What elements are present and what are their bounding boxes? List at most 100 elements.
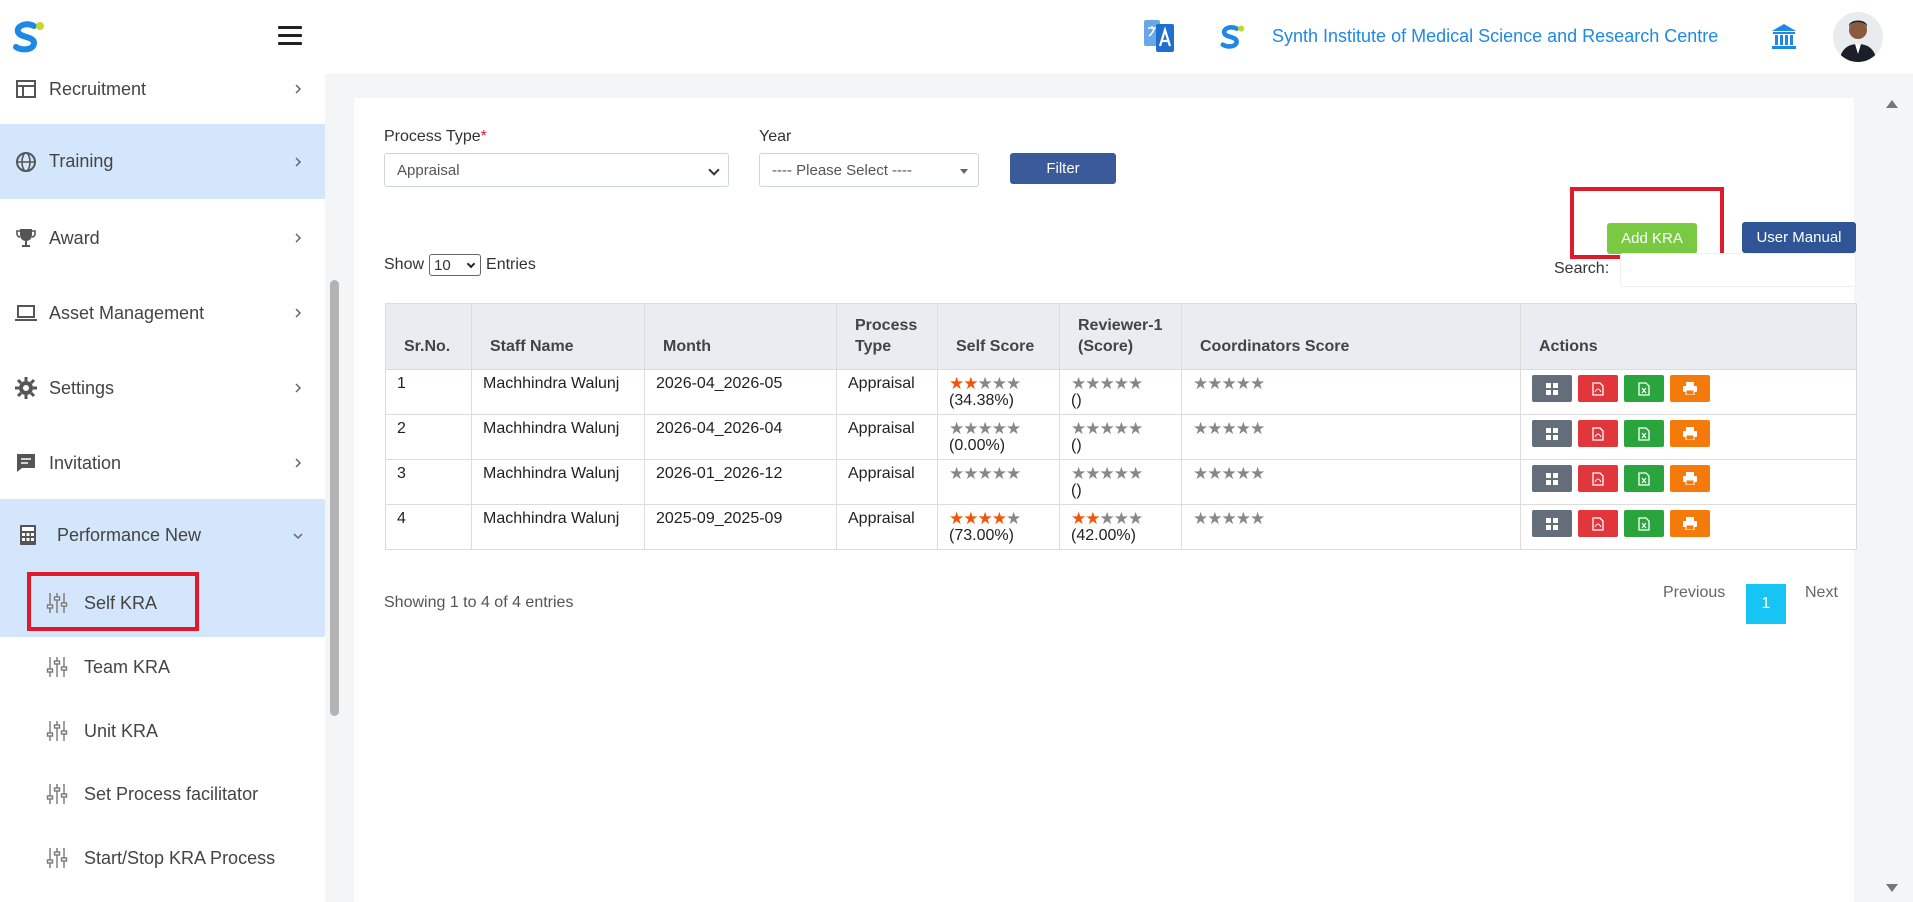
reviewer-score-stars: ★★★★★ xyxy=(1071,419,1143,438)
print-icon xyxy=(1683,427,1697,440)
sidebar-item-invitation[interactable]: Invitation xyxy=(0,428,325,498)
col-header-reviewer-score[interactable]: Reviewer-1 (Score) xyxy=(1059,303,1182,370)
scroll-up-arrow-icon[interactable] xyxy=(1886,100,1898,108)
institute-logo-icon xyxy=(1220,25,1245,49)
menu-toggle-icon[interactable] xyxy=(278,26,302,46)
excel-export-button[interactable] xyxy=(1624,510,1664,537)
col-header-actions: Actions xyxy=(1520,303,1857,370)
sidebar-item-label: Recruitment xyxy=(49,78,147,99)
print-button[interactable] xyxy=(1670,420,1710,447)
entries-select[interactable]: 10 xyxy=(429,254,482,276)
excel-export-button[interactable] xyxy=(1624,465,1664,492)
user-avatar-icon xyxy=(1839,20,1877,62)
col-header-sr-no[interactable]: Sr.No. xyxy=(385,303,472,370)
cell-staff-name: Machhindra Walunj xyxy=(471,504,645,550)
view-button[interactable] xyxy=(1532,465,1572,492)
sidebar-scrollbar[interactable] xyxy=(330,280,339,716)
chevron-right-icon xyxy=(295,233,302,243)
print-button[interactable] xyxy=(1670,465,1710,492)
col-header-coordinators-score[interactable]: Coordinators Score xyxy=(1181,303,1521,370)
cell-reviewer-score: ★★★★★() xyxy=(1059,414,1182,460)
cell-self-score: ★★★★★ xyxy=(937,459,1060,505)
reviewer-score-percent: () xyxy=(1071,482,1082,499)
scroll-down-arrow-icon[interactable] xyxy=(1886,884,1898,892)
kra-table: Sr.No. Staff Name Month Process Type Sel… xyxy=(385,303,1857,550)
print-button[interactable] xyxy=(1670,510,1710,537)
sidebar-item-recruitment[interactable]: Recruitment xyxy=(0,74,325,124)
cell-reviewer-score: ★★★★★() xyxy=(1059,459,1182,505)
pagination-page-1[interactable]: 1 xyxy=(1746,584,1786,624)
grid-icon xyxy=(1546,382,1558,395)
coordinators-score-stars: ★★★★★ xyxy=(1193,509,1265,528)
chevron-right-icon xyxy=(295,156,302,167)
submenu-self-kra[interactable]: Self KRA xyxy=(0,573,325,633)
col-header-staff-name[interactable]: Staff Name xyxy=(471,303,645,370)
self-score-stars: ★★★★★ xyxy=(949,509,1021,528)
process-type-label: Process Type* xyxy=(384,128,487,145)
chevron-right-icon xyxy=(295,383,302,393)
sidebar-item-training[interactable]: Training xyxy=(0,124,325,199)
search-input[interactable] xyxy=(1620,253,1856,287)
pagination-previous[interactable]: Previous xyxy=(1663,584,1725,602)
cell-self-score: ★★★★★ (34.38%) xyxy=(937,369,1060,415)
col-header-process-type[interactable]: Process Type xyxy=(836,303,938,370)
submenu-label: Set Process facilitator xyxy=(84,783,259,804)
translate-icon[interactable] xyxy=(1142,16,1176,54)
print-icon xyxy=(1683,517,1697,530)
cell-process-type: Appraisal xyxy=(836,369,938,415)
cell-month: 2025-09_2025-09 xyxy=(644,504,837,550)
user-avatar[interactable] xyxy=(1833,12,1883,62)
col-header-month[interactable]: Month xyxy=(644,303,837,370)
submenu-team-kra[interactable]: Team KRA xyxy=(0,637,325,697)
grid-icon xyxy=(1546,517,1558,530)
institution-building-icon[interactable] xyxy=(1770,22,1798,50)
calculator-icon xyxy=(20,525,36,545)
sliders-icon xyxy=(46,784,68,804)
year-value: ---- Please Select ---- xyxy=(772,161,913,179)
institute-name: Synth Institute of Medical Science and R… xyxy=(1272,26,1719,46)
sidebar-item-label: Asset Management xyxy=(49,302,205,323)
print-button[interactable] xyxy=(1670,375,1710,402)
cell-sr-no: 3 xyxy=(385,459,472,505)
view-button[interactable] xyxy=(1532,510,1572,537)
pdf-export-button[interactable] xyxy=(1578,375,1618,402)
pagination-next[interactable]: Next xyxy=(1805,584,1838,602)
cell-month: 2026-04_2026-04 xyxy=(644,414,837,460)
sidebar-item-label: Performance New xyxy=(57,525,202,545)
col-header-self-score[interactable]: Self Score xyxy=(937,303,1060,370)
excel-export-button[interactable] xyxy=(1624,375,1664,402)
show-label: Show xyxy=(384,256,425,273)
cell-self-score: ★★★★★ (73.00%) xyxy=(937,504,1060,550)
filter-button[interactable]: Filter xyxy=(1010,153,1116,184)
excel-export-button[interactable] xyxy=(1624,420,1664,447)
laptop-icon xyxy=(15,305,37,321)
pdf-export-button[interactable] xyxy=(1578,465,1618,492)
sidebar-item-asset-management[interactable]: Asset Management xyxy=(0,278,325,348)
view-button[interactable] xyxy=(1532,420,1572,447)
sidebar-item-award[interactable]: Award xyxy=(0,203,325,273)
app-logo-icon[interactable] xyxy=(10,20,46,54)
app-root: Synth Institute of Medical Science and R… xyxy=(0,0,1913,902)
cell-sr-no: 1 xyxy=(385,369,472,415)
self-score-percent: (34.38%) xyxy=(949,392,1014,409)
cell-month: 2026-04_2026-05 xyxy=(644,369,837,415)
self-score-stars: ★★★★★ xyxy=(949,374,1021,393)
submenu-unit-kra[interactable]: Unit KRA xyxy=(0,701,325,761)
view-button[interactable] xyxy=(1532,375,1572,402)
sidebar-item-settings[interactable]: Settings xyxy=(0,353,325,423)
reviewer-score-percent: () xyxy=(1071,392,1082,409)
grid-icon xyxy=(1546,427,1558,440)
submenu-start-stop-kra-process[interactable]: Start/Stop KRA Process xyxy=(0,828,325,888)
add-kra-button[interactable]: Add KRA xyxy=(1607,223,1697,254)
cell-coordinators-score: ★★★★★ xyxy=(1181,369,1521,415)
year-select[interactable]: ---- Please Select ---- xyxy=(759,153,979,187)
reviewer-score-percent: () xyxy=(1071,437,1082,454)
reviewer-score-stars: ★★★★★ xyxy=(1071,374,1143,393)
process-type-select[interactable]: Appraisal xyxy=(384,153,729,187)
user-manual-button[interactable]: User Manual xyxy=(1742,222,1856,253)
pdf-export-button[interactable] xyxy=(1578,420,1618,447)
pdf-export-button[interactable] xyxy=(1578,510,1618,537)
submenu-set-process-facilitator[interactable]: Set Process facilitator xyxy=(0,764,325,824)
sidebar: Recruitment Training Award Asset Managem… xyxy=(0,74,325,902)
cell-actions xyxy=(1520,459,1857,505)
